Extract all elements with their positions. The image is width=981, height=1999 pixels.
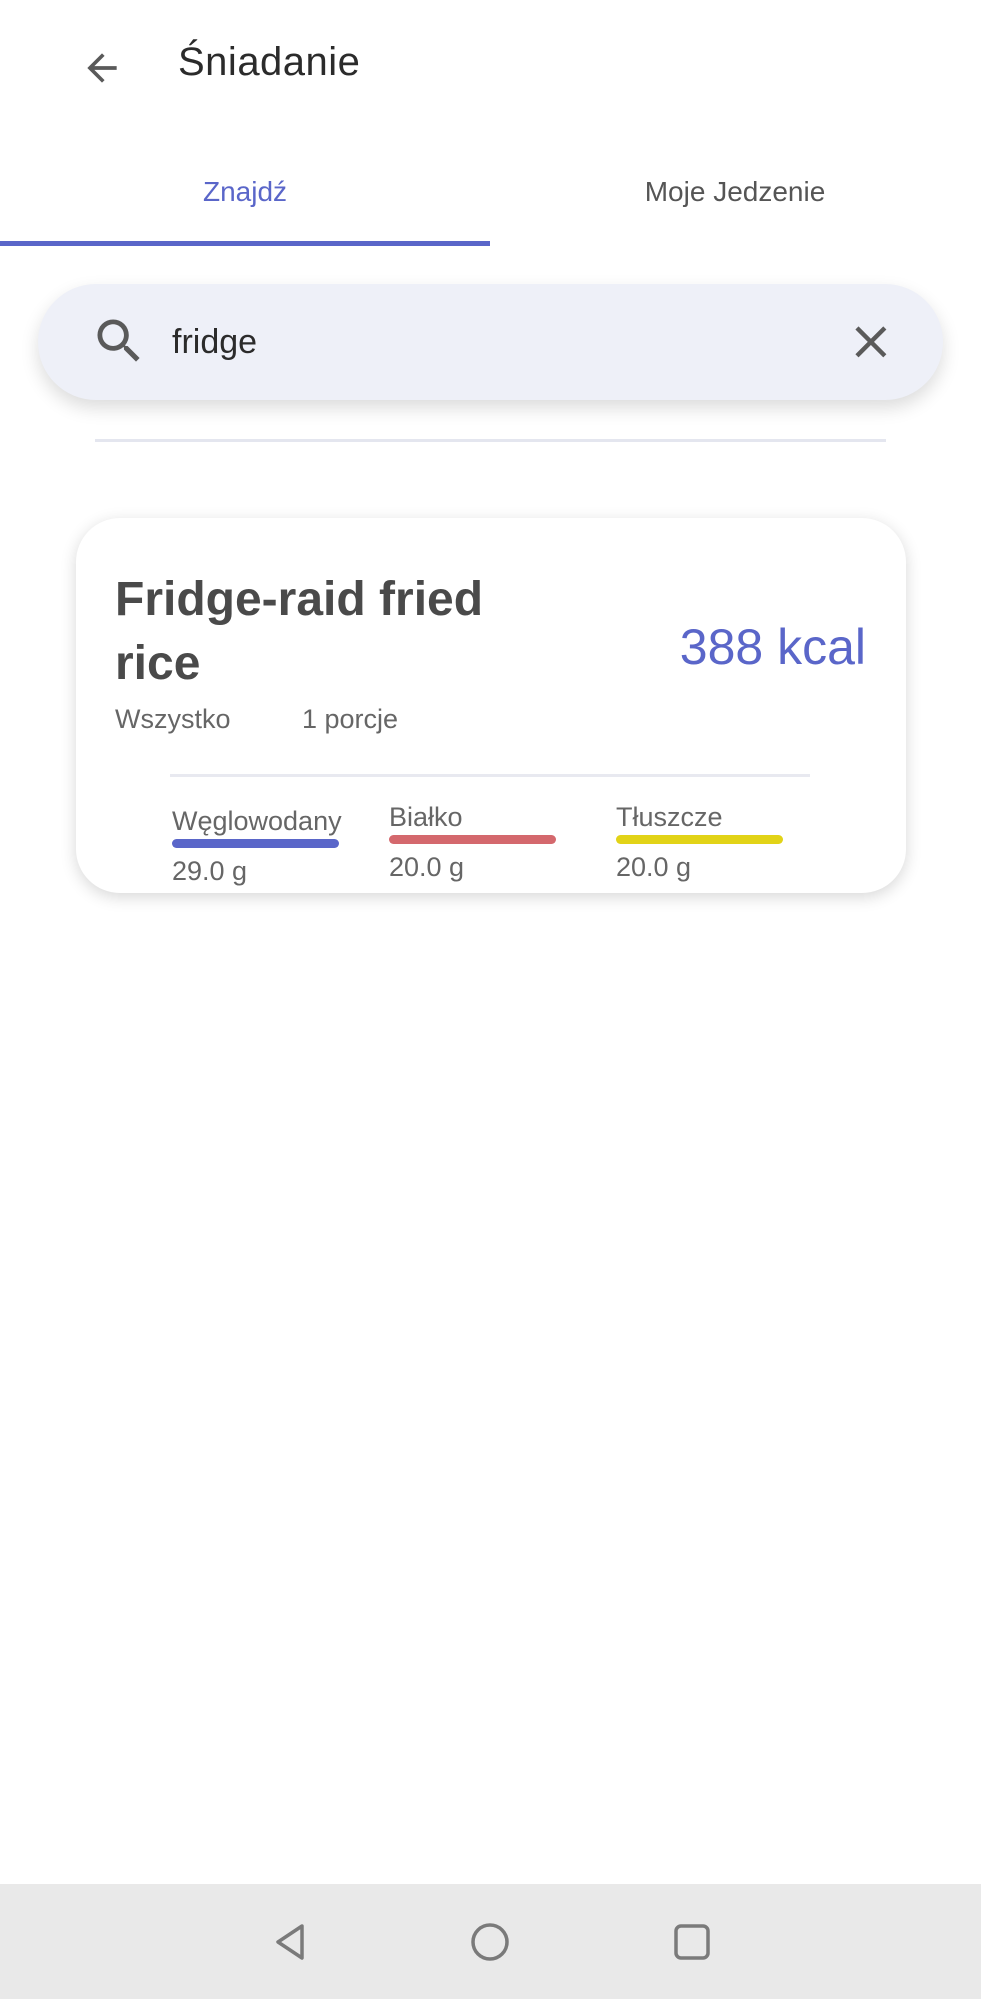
macro-carbs: Węglowodany 29.0 g: [172, 806, 342, 887]
nav-back-button[interactable]: [254, 1906, 326, 1978]
card-divider: [170, 774, 810, 777]
macro-bar-protein: [389, 835, 556, 844]
tab-label: Znajdź: [202, 176, 288, 207]
macro-value: 20.0 g: [389, 852, 465, 882]
circle-home-icon: [471, 1923, 509, 1961]
tab-find[interactable]: Znajdź: [0, 150, 490, 248]
macro-value: 29.0 g: [172, 856, 248, 886]
system-navigation-bar: [0, 1884, 981, 1999]
search-divider: [95, 439, 886, 442]
macro-bar-carbs: [172, 839, 339, 848]
food-result-card[interactable]: Fridge-raid fried rice 388 kcal Wszystko…: [76, 518, 906, 893]
food-category: Wszystko: [115, 704, 231, 734]
macro-label: Tłuszcze: [616, 802, 723, 832]
macro-fat: Tłuszcze 20.0 g: [616, 802, 786, 883]
search-input[interactable]: [172, 314, 792, 370]
tab-my-food[interactable]: Moje Jedzenie: [490, 150, 980, 248]
back-button[interactable]: [64, 30, 140, 106]
nav-home-button[interactable]: [454, 1906, 526, 1978]
top-app-bar: Śniadanie: [0, 0, 981, 135]
macro-value: 20.0 g: [616, 852, 692, 882]
food-portion: 1 porcje: [302, 704, 399, 734]
food-name: Fridge-raid fried rice: [115, 573, 484, 690]
app-screen: Śniadanie Znajdź Moje Jedzenie Fridge-ra…: [0, 0, 981, 1999]
active-tab-indicator: [0, 241, 490, 246]
square-recents-icon: [674, 1924, 710, 1960]
page-title: Śniadanie: [178, 40, 361, 84]
macro-protein: Białko 20.0 g: [389, 802, 559, 883]
close-icon[interactable]: [839, 310, 903, 374]
food-calories: 388 kcal: [679, 619, 866, 675]
macro-label: Białko: [389, 802, 463, 832]
search-icon[interactable]: [86, 308, 154, 376]
tab-label: Moje Jedzenie: [644, 176, 826, 207]
triangle-back-icon: [276, 1924, 304, 1960]
macro-label: Węglowodany: [172, 806, 342, 836]
nav-recents-button[interactable]: [656, 1906, 728, 1978]
search-bar: [38, 284, 943, 400]
arrow-left-icon: [87, 53, 117, 83]
macro-bar-fat: [616, 835, 783, 844]
tab-bar: Znajdź Moje Jedzenie: [0, 150, 981, 248]
